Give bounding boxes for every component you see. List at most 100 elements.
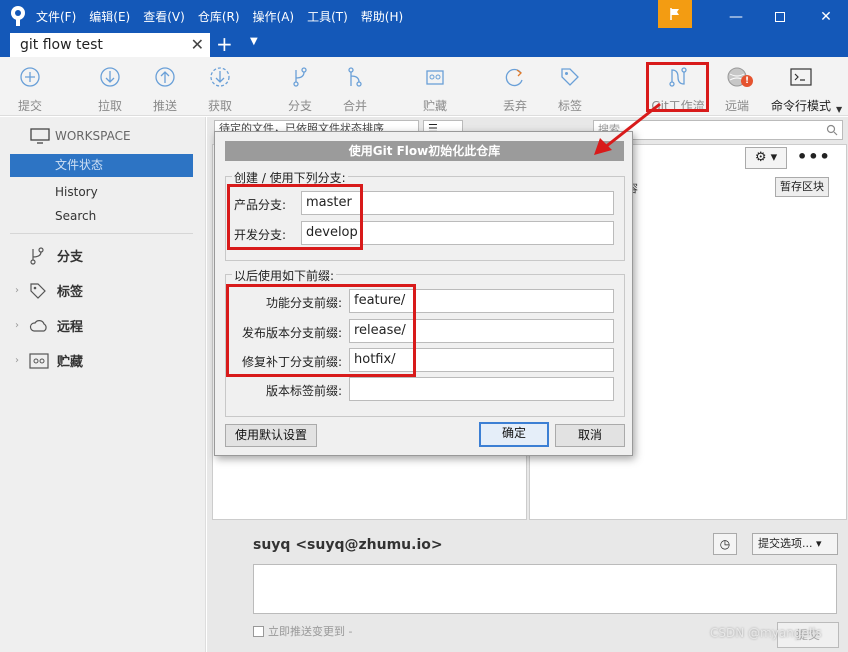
push-icon: [155, 67, 175, 87]
pull-icon: [100, 67, 120, 87]
title-bar: 文件(F) 编辑(E) 查看(V) 仓库(R) 操作(A) 工具(T) 帮助(H…: [0, 0, 848, 33]
minimize-icon: —: [729, 8, 743, 25]
more-options-icon[interactable]: •••: [797, 147, 831, 166]
menu-repository[interactable]: 仓库(R): [198, 8, 240, 25]
pull-button[interactable]: 拉取: [82, 65, 138, 114]
commit-history-button[interactable]: ◷: [713, 533, 737, 555]
workspace-label: WORKSPACE: [55, 129, 131, 143]
use-defaults-button[interactable]: 使用默认设置: [225, 424, 317, 447]
terminal-button[interactable]: 命令行模式: [766, 65, 836, 114]
pull-label: 拉取: [97, 99, 122, 113]
remote-button[interactable]: ! 远端: [709, 65, 765, 114]
sidebar-item-search[interactable]: Search: [55, 209, 96, 223]
fetch-label: 获取: [207, 99, 232, 113]
sidebar-section-tags[interactable]: › 标签: [15, 281, 83, 300]
version-tag-prefix-label: 版本标签前缀:: [265, 384, 342, 398]
menu-tools[interactable]: 工具(T): [307, 8, 348, 25]
tab-repository[interactable]: git flow test ✕: [10, 33, 210, 57]
push-button[interactable]: 推送: [137, 65, 193, 114]
terminal-icon: [790, 68, 812, 86]
tab-title: git flow test: [20, 37, 103, 53]
fetch-icon: [210, 67, 230, 87]
discard-icon: [505, 68, 523, 87]
search-icon: [826, 124, 838, 136]
maximize-icon: [775, 11, 785, 22]
merge-icon: [348, 67, 362, 87]
sidebar-section-remotes[interactable]: › 远程: [15, 316, 83, 335]
terminal-label: 命令行模式: [770, 99, 831, 113]
cloud-icon: [29, 319, 47, 332]
menu-view[interactable]: 查看(V): [143, 8, 185, 25]
discard-button[interactable]: 丢弃: [487, 65, 543, 114]
expand-arrow-icon[interactable]: ›: [15, 285, 29, 296]
dialog-title: 使用Git Flow初始化此仓库: [225, 141, 624, 161]
discard-label: 丢弃: [502, 99, 527, 113]
commit-options-select[interactable]: 提交选项... ▾: [752, 533, 838, 555]
stashes-label: 贮藏: [57, 355, 84, 370]
stash-button[interactable]: 贮藏: [407, 65, 463, 114]
commit-message-input[interactable]: [253, 564, 837, 614]
expand-arrow-icon[interactable]: ›: [15, 320, 29, 331]
commit-author: suyq <suyq@zhumu.io>: [253, 537, 443, 553]
branch-icon: [293, 67, 307, 87]
commit-button[interactable]: 提交: [2, 65, 58, 114]
tag-icon: [561, 68, 579, 86]
branch-button[interactable]: 分支: [272, 65, 328, 114]
commit-icon: [20, 67, 40, 87]
new-tab-button[interactable]: +: [216, 33, 233, 55]
branch-icon: [30, 246, 44, 265]
checkbox-box[interactable]: [253, 625, 264, 637]
workspace-header: WORKSPACE: [30, 128, 131, 144]
prefixes-group-title: 以后使用如下前缀:: [232, 267, 337, 284]
merge-button[interactable]: 合并: [327, 65, 383, 114]
menu-help[interactable]: 帮助(H): [361, 8, 403, 25]
push-immediately-label: 立即推送变更到 -: [268, 625, 353, 638]
expand-arrow-icon[interactable]: ›: [15, 355, 29, 366]
flag-button[interactable]: [658, 0, 692, 28]
minimize-button[interactable]: —: [716, 0, 756, 33]
stage-hunk-button[interactable]: 暂存区块: [775, 177, 829, 197]
annotation-box-prefixes: [226, 284, 416, 377]
toolbar-overflow-icon[interactable]: ▼: [836, 105, 842, 114]
menu-file[interactable]: 文件(F): [36, 8, 76, 25]
sidebar-section-stashes[interactable]: › 贮藏: [15, 351, 83, 370]
tab-close-icon[interactable]: ✕: [191, 33, 204, 57]
sourcetree-logo-icon[interactable]: [8, 5, 28, 27]
tab-dropdown-icon[interactable]: ▼: [250, 36, 258, 47]
settings-dropdown-button[interactable]: ⚙ ▾: [745, 147, 787, 169]
tags-label: 标签: [57, 285, 84, 300]
sidebar-item-file-status[interactable]: 文件状态: [10, 154, 193, 177]
remote-label: 远端: [724, 99, 749, 113]
remotes-label: 远程: [57, 320, 84, 335]
tag-icon: [30, 282, 46, 299]
tab-bar: git flow test ✕ + ▼: [0, 33, 848, 57]
branches-label: 分支: [57, 250, 84, 265]
commit-options-label: 提交选项...: [758, 537, 813, 550]
close-icon: ✕: [820, 8, 832, 25]
merge-label: 合并: [342, 99, 367, 113]
fetch-button[interactable]: 获取: [192, 65, 248, 114]
sidebar-item-history[interactable]: History: [55, 185, 98, 199]
sidebar: WORKSPACE 文件状态 History Search 分支 › 标签 › …: [0, 117, 206, 652]
push-label: 推送: [152, 99, 177, 113]
watermark: CSDN @myangells: [710, 626, 822, 640]
version-tag-prefix-input[interactable]: [349, 377, 614, 401]
ok-button[interactable]: 确定: [479, 422, 549, 447]
stash-icon: [426, 70, 444, 85]
menu-bar: 文件(F) 编辑(E) 查看(V) 仓库(R) 操作(A) 工具(T) 帮助(H…: [36, 0, 416, 33]
menu-edit[interactable]: 编辑(E): [89, 8, 130, 25]
sidebar-divider: [10, 233, 193, 234]
maximize-button[interactable]: [760, 0, 800, 33]
sidebar-section-branches[interactable]: 分支: [15, 246, 83, 265]
cancel-button[interactable]: 取消: [555, 424, 625, 447]
close-window-button[interactable]: ✕: [806, 0, 846, 33]
menu-actions[interactable]: 操作(A): [253, 8, 295, 25]
push-immediately-checkbox[interactable]: 立即推送变更到 -: [253, 623, 352, 639]
gear-icon: ⚙ ▾: [754, 150, 778, 165]
annotation-arrow: [594, 102, 661, 155]
clock-icon: ◷: [719, 537, 731, 551]
commit-label: 提交: [17, 99, 42, 113]
stash-label: 贮藏: [422, 99, 447, 113]
stash-icon: [29, 352, 49, 369]
toolbar: 提交 拉取 推送 获取 分支 合并 贮藏 丢弃 标签 Git工作流 ! 远端 命…: [0, 57, 848, 116]
